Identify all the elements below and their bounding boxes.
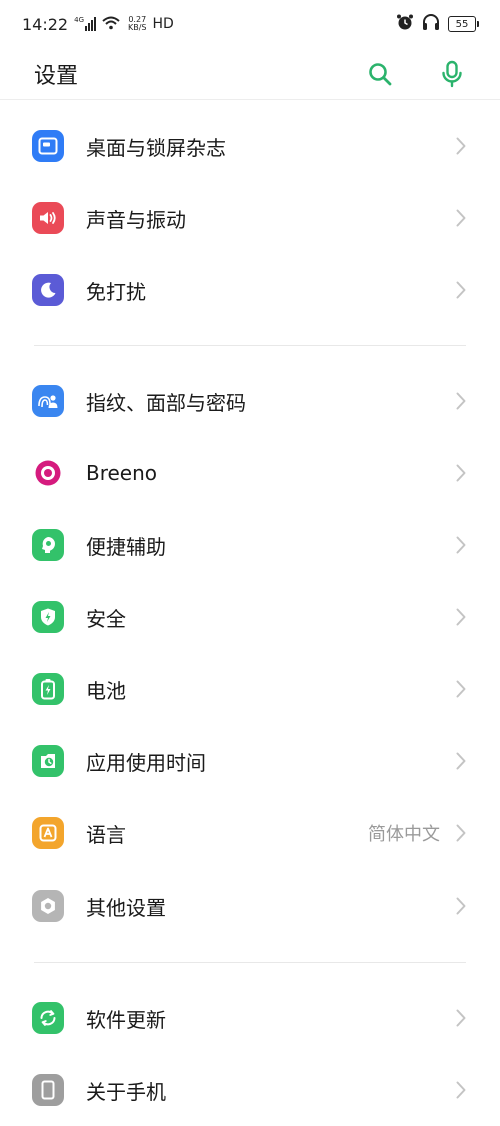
- voice-button[interactable]: [438, 60, 466, 88]
- signal-icon: 4G: [74, 17, 96, 31]
- settings-item-dnd[interactable]: 免打扰: [0, 254, 500, 326]
- chevron-right-icon: [454, 751, 468, 771]
- search-icon: [369, 62, 392, 85]
- settings-item-label: 其他设置: [86, 895, 166, 920]
- status-time: 14:22: [22, 14, 69, 34]
- status-bar: 14:22 4G 0.27 KB/S HD 55: [0, 0, 500, 48]
- section-divider: [34, 345, 466, 346]
- settings-item-label: 便捷辅助: [86, 534, 166, 559]
- settings-item-about-phone[interactable]: 关于手机: [0, 1054, 500, 1126]
- chevron-right-icon: [454, 823, 468, 843]
- settings-item-app-usage[interactable]: 应用使用时间: [0, 725, 500, 797]
- section-divider: [34, 962, 466, 963]
- settings-item-wallpaper[interactable]: 桌面与锁屏杂志: [0, 110, 500, 182]
- language-icon: [32, 817, 64, 849]
- settings-item-label: 应用使用时间: [86, 750, 206, 775]
- settings-item-sound[interactable]: 声音与振动: [0, 182, 500, 254]
- chevron-right-icon: [454, 280, 468, 300]
- battery-indicator: 55: [448, 16, 479, 32]
- chevron-right-icon: [454, 1008, 468, 1028]
- network-speed: 0.27 KB/S: [128, 16, 147, 32]
- chevron-right-icon: [454, 391, 468, 411]
- search-button[interactable]: [366, 60, 394, 88]
- settings-item-label: Breeno: [86, 461, 158, 485]
- shield-icon: [32, 601, 64, 633]
- app-usage-icon: [32, 745, 64, 777]
- settings-item-battery[interactable]: 电池: [0, 653, 500, 725]
- network-type: 4G: [74, 16, 84, 24]
- fingerprint-face-icon: [32, 385, 64, 417]
- settings-item-assist[interactable]: 便捷辅助: [0, 509, 500, 581]
- chevron-right-icon: [454, 463, 468, 483]
- settings-item-other[interactable]: 其他设置: [0, 870, 500, 942]
- settings-item-label: 声音与振动: [86, 207, 186, 232]
- chevron-right-icon: [454, 208, 468, 228]
- page-title: 设置: [34, 63, 79, 89]
- alarm-icon: [396, 13, 414, 35]
- moon-icon: [32, 274, 64, 306]
- speaker-icon: [32, 202, 64, 234]
- settings-item-label: 桌面与锁屏杂志: [86, 135, 226, 160]
- breeno-icon: [32, 457, 64, 489]
- settings-item-label: 电池: [86, 678, 126, 703]
- header: 设置: [0, 48, 500, 100]
- network-speed-unit: KB/S: [128, 23, 147, 32]
- chevron-right-icon: [454, 1080, 468, 1100]
- update-icon: [32, 1002, 64, 1034]
- settings-item-fingerprint[interactable]: 指纹、面部与密码: [0, 365, 500, 437]
- headphones-icon: [422, 13, 440, 35]
- settings-item-label: 语言: [86, 822, 126, 847]
- battery-icon: [32, 673, 64, 705]
- chevron-right-icon: [454, 679, 468, 699]
- settings-item-label: 指纹、面部与密码: [86, 390, 246, 415]
- status-right: 55: [396, 13, 479, 35]
- microphone-icon: [442, 60, 462, 87]
- phone-icon: [32, 1074, 64, 1106]
- settings-item-label: 免打扰: [86, 279, 146, 304]
- wifi-icon: [102, 15, 120, 34]
- chevron-right-icon: [454, 607, 468, 627]
- hd-indicator: HD: [152, 16, 174, 32]
- settings-item-label: 软件更新: [86, 1007, 166, 1032]
- settings-item-breeno[interactable]: Breeno: [0, 437, 500, 509]
- status-left: 14:22 4G 0.27 KB/S HD: [22, 15, 174, 34]
- battery-level: 55: [455, 18, 469, 30]
- language-value: 简体中文: [368, 824, 440, 845]
- wallpaper-icon: [32, 130, 64, 162]
- gear-icon: [32, 890, 64, 922]
- settings-item-language[interactable]: 语言 简体中文: [0, 797, 500, 869]
- settings-item-label: 安全: [86, 606, 126, 631]
- settings-item-label: 关于手机: [86, 1079, 166, 1104]
- header-actions: [366, 60, 466, 88]
- chevron-right-icon: [454, 535, 468, 555]
- settings-item-software-update[interactable]: 软件更新: [0, 982, 500, 1054]
- chevron-right-icon: [454, 136, 468, 156]
- settings-item-security[interactable]: 安全: [0, 581, 500, 653]
- assist-icon: [32, 529, 64, 561]
- chevron-right-icon: [454, 896, 468, 916]
